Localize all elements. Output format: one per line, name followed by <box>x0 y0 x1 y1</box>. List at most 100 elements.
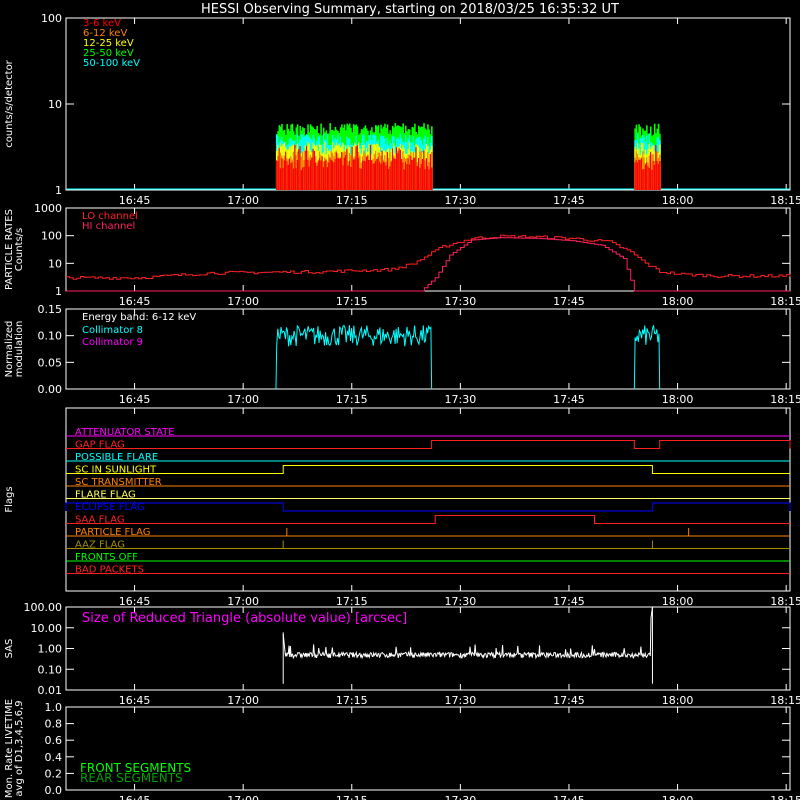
sas-annotation: Size of Reduced Triangle (absolute value… <box>82 611 407 626</box>
legend-entry: Collimator 8 <box>82 325 143 336</box>
energy-band-label: Energy band: 6-12 keV <box>82 312 196 323</box>
x-tick-label: 16:45 <box>119 194 151 207</box>
y-tick-label: 0.8 <box>45 718 63 731</box>
x-tick-label: 17:00 <box>227 295 259 308</box>
x-tick-label: 17:30 <box>445 595 477 608</box>
y-tick-label: 100 <box>41 12 62 25</box>
x-tick-label: 17:00 <box>227 595 259 608</box>
y-tick-label: 10 <box>48 98 62 111</box>
x-tick-label: 18:00 <box>662 794 694 800</box>
x-tick-label: 18:00 <box>662 393 694 406</box>
panel-count-rates: 16:45 17:00 17:15 17:30 17:45 18:00 18:15 1 10 10… <box>4 12 800 207</box>
y-tick-label: 0.2 <box>45 767 63 780</box>
x-tick-label: 17:45 <box>553 393 585 406</box>
x-tick-label: 18:15 <box>770 295 800 308</box>
x-tick-label: 17:30 <box>445 694 477 707</box>
x-tick-label: 17:00 <box>227 694 259 707</box>
x-tick-label: 17:15 <box>336 393 368 406</box>
y-tick-label: 100 <box>41 230 62 243</box>
count-bar <box>431 167 433 190</box>
y-tick-label: 1000 <box>34 202 62 215</box>
flag-label: PARTICLE FLAG <box>75 527 151 538</box>
panel-modulation: 16:45 17:00 17:15 17:30 17:45 18:00 18:15 0.00 0… <box>4 303 800 406</box>
x-tick-label: 17:45 <box>553 595 585 608</box>
x-tick-label: 18:00 <box>662 295 694 308</box>
panel-livetime: 16:45 17:00 17:15 17:30 17:45 18:00 18:15 0.0 0.… <box>4 699 800 800</box>
x-tick-label: 18:00 <box>662 194 694 207</box>
flag-line <box>66 465 790 474</box>
y-tick-label: 1 <box>55 285 62 298</box>
x-tick-label: 17:30 <box>445 393 477 406</box>
x-tick-label: 16:45 <box>119 794 151 800</box>
y-axis-label: Counts/s <box>14 228 25 272</box>
y-tick-label: 0.15 <box>38 303 63 316</box>
x-tick-label: 18:00 <box>662 595 694 608</box>
x-tick-label: 17:45 <box>553 694 585 707</box>
legend-entry: 50-100 keV <box>83 58 140 69</box>
y-tick-label: 0.01 <box>38 684 63 697</box>
hessi-summary-figure: HESSI Observing Summary, starting on 201… <box>4 2 800 800</box>
legend-entry: REAR SEGMENTS <box>80 771 183 785</box>
figure-title: HESSI Observing Summary, starting on 201… <box>201 2 619 17</box>
x-tick-label: 16:45 <box>119 393 151 406</box>
x-tick-label: 17:45 <box>553 794 585 800</box>
modulation-trace <box>275 324 433 390</box>
x-tick-label: 17:00 <box>227 393 259 406</box>
x-tick-label: 18:15 <box>770 595 800 608</box>
x-tick-label: 17:15 <box>336 595 368 608</box>
y-tick-label: 1 <box>55 184 62 197</box>
x-tick-label: 18:15 <box>770 794 800 800</box>
y-tick-label: 1.0 <box>45 701 63 714</box>
x-tick-label: 17:30 <box>445 295 477 308</box>
x-tick-label: 17:15 <box>336 694 368 707</box>
flag-line <box>66 515 790 524</box>
x-tick-label: 17:45 <box>553 295 585 308</box>
y-tick-label: 0.6 <box>45 734 63 747</box>
y-axis-label: modulation <box>14 321 25 378</box>
y-tick-label: 0.10 <box>38 330 63 343</box>
x-tick-label: 16:45 <box>119 295 151 308</box>
y-tick-label: 10 <box>48 257 62 270</box>
flag-label: SC TRANSMITTER <box>75 477 162 488</box>
y-tick-label: 10.00 <box>31 622 63 635</box>
x-tick-label: 17:45 <box>553 194 585 207</box>
y-tick-label: 0.4 <box>45 751 63 764</box>
panel-sas: 16:45 17:00 17:15 17:30 17:45 18:00 18:15 0.01 0… <box>4 601 800 707</box>
x-tick-label: 17:15 <box>336 295 368 308</box>
x-tick-label: 17:00 <box>227 794 259 800</box>
modulation-trace <box>633 325 661 390</box>
x-tick-label: 18:15 <box>770 694 800 707</box>
flag-label: FRONTS OFF <box>75 552 138 563</box>
y-tick-label: 100.00 <box>24 601 63 614</box>
flag-label: SC IN SUNLIGHT <box>75 465 157 476</box>
flag-line <box>65 502 791 512</box>
legend-entry: Collimator 9 <box>82 337 143 348</box>
x-tick-label: 17:30 <box>445 794 477 800</box>
flag-line <box>66 440 791 449</box>
x-tick-label: 18:15 <box>770 194 800 207</box>
flag-label: SAA FLAG <box>75 515 125 526</box>
flag-label: ATTENUATOR STATE <box>75 427 175 438</box>
y-tick-label: 0.00 <box>38 383 63 396</box>
series-line <box>66 234 791 280</box>
x-tick-label: 16:45 <box>119 694 151 707</box>
panel-flags: 16:45 17:00 17:15 17:30 17:45 18:00 18:15 Flags… <box>4 407 800 608</box>
x-tick-label: 17:30 <box>445 194 477 207</box>
flag-label: AAZ FLAG <box>75 540 125 551</box>
flag-label: POSSIBLE FLARE <box>75 452 158 463</box>
flag-label: FLARE FLAG <box>75 490 136 501</box>
y-tick-label: 0.0 <box>45 784 63 797</box>
count-bar <box>659 160 661 190</box>
x-tick-label: 18:00 <box>662 694 694 707</box>
series-line <box>66 237 790 292</box>
flag-label: ECLIPSE FLAG <box>75 502 145 513</box>
legend-entry: HI channel <box>82 221 135 232</box>
y-axis-label: counts/s/detector <box>4 59 15 147</box>
x-tick-label: 17:00 <box>227 194 259 207</box>
x-tick-label: 18:15 <box>770 393 800 406</box>
y-axis-label: Flags <box>4 486 15 512</box>
x-tick-label: 16:45 <box>119 595 151 608</box>
x-tick-label: 17:15 <box>336 794 368 800</box>
y-axis-label: avg of D1,3,4,5,6,9 <box>14 700 25 796</box>
x-tick-label: 17:15 <box>336 194 368 207</box>
